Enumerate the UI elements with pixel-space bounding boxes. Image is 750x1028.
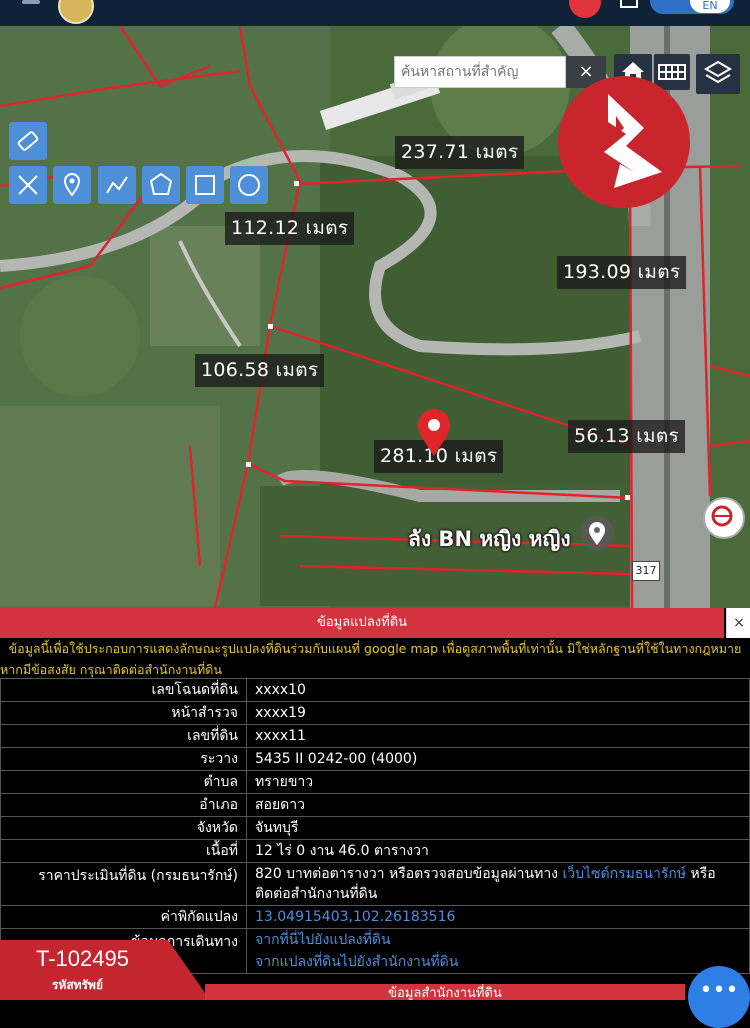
menu-icon[interactable]: [22, 0, 40, 4]
lang-en[interactable]: EN: [690, 0, 730, 13]
row-value: 820 บาทต่อตารางวา หรือตรวจสอบข้อมูลผ่านท…: [246, 862, 750, 906]
chat-button[interactable]: •••: [688, 966, 750, 1028]
row-key: ราคาประเมินที่ดิน (กรมธนารักษ์): [0, 862, 247, 906]
row-key: ระวาง: [0, 747, 247, 771]
polyline-icon: [106, 176, 128, 194]
top-bar: TH EN: [0, 0, 750, 26]
polygon-tool-button[interactable]: [142, 166, 180, 204]
polygon-icon: [149, 172, 173, 195]
asset-code: T-102495: [36, 946, 129, 971]
disclaimer-line: ข้อมูลนี้เพื่อใช้ประกอบการแสดงลักษณะรูปแ…: [8, 641, 742, 656]
eraser-icon: [17, 131, 39, 151]
polyline-tool-button[interactable]: [98, 166, 136, 204]
row-value: จันทบุรี: [246, 816, 750, 840]
eraser-tool-button[interactable]: [9, 122, 47, 160]
row-key: ตำบล: [0, 770, 247, 794]
row-value: xxxx11: [246, 724, 750, 748]
table-row: เนื้อที่ 12 ไร่ 0 งาน 46.0 ตารางวา: [0, 839, 750, 863]
home-icon[interactable]: [620, 0, 638, 8]
table-row: เลขที่ดิน xxxx11: [0, 724, 750, 748]
asset-code-label: รหัสทรัพย์: [52, 978, 103, 992]
ruler-pencil-icon: [18, 175, 38, 195]
lang-th[interactable]: TH: [664, 0, 679, 3]
table-row: ตำบล ทรายขาว: [0, 770, 750, 794]
measurement-label: 112.12 เมตร: [225, 212, 355, 245]
panel-header: ข้อมูลแปลงที่ดิน: [0, 608, 724, 638]
table-row: หน้าสำรวจ xxxx19: [0, 701, 750, 725]
table-row: จังหวัด จันทบุรี: [0, 816, 750, 840]
rectangle-tool-button[interactable]: [186, 166, 224, 204]
price-text: 820 บาทต่อตารางวา หรือตรวจสอบข้อมูลผ่านท…: [255, 866, 559, 882]
row-key: จังหวัด: [0, 816, 247, 840]
panel-close-button[interactable]: ×: [726, 608, 750, 638]
measurement-label: 193.09 เมตร: [557, 256, 687, 289]
circle-tool-button[interactable]: [230, 166, 268, 204]
row-value: จากที่นี่ไปยังแปลงที่ดิน จากแปลงที่ดินไป…: [246, 928, 750, 974]
department-logo: [58, 0, 94, 24]
row-value: xxxx10: [246, 678, 750, 702]
disclaimer: ข้อมูลนี้เพื่อใช้ประกอบการแสดงลักษณะรูปแ…: [0, 638, 750, 680]
search-input[interactable]: [394, 56, 566, 88]
parcel-pin-icon[interactable]: [417, 409, 451, 457]
measurement-label: 56.13 เมตร: [568, 420, 685, 453]
language-toggle[interactable]: TH EN: [650, 0, 734, 14]
marker-tool-button[interactable]: [53, 166, 91, 204]
coordinate-link[interactable]: 13.04915403,102.26183516: [255, 909, 455, 925]
land-office-info-header[interactable]: ข้อมูลสำนักงานที่ดิน: [205, 984, 685, 1000]
row-key: เนื้อที่: [0, 839, 247, 863]
marker-icon: [63, 173, 81, 197]
row-key: อำเภอ: [0, 793, 247, 817]
row-value: 13.04915403,102.26183516: [246, 905, 750, 929]
road-number-badge: 317: [632, 561, 660, 581]
row-value: 12 ไร่ 0 งาน 46.0 ตารางวา: [246, 839, 750, 863]
layers-icon: [704, 60, 732, 84]
search-icon[interactable]: [569, 0, 601, 18]
row-key: เลขที่ดิน: [0, 724, 247, 748]
price-tail: หรือ: [690, 866, 716, 882]
table-row: อำเภอ สอยดาว: [0, 793, 750, 817]
place-label: ลัง BN หญิง หญิง: [408, 527, 571, 551]
row-key: ค่าพิกัดแปลง: [0, 905, 247, 929]
price-line2: ติดต่อสำนักงานที่ดิน: [255, 886, 378, 902]
route-to-parcel-link[interactable]: จากที่นี่ไปยังแปลงที่ดิน: [255, 932, 391, 948]
place-marker-icon[interactable]: [580, 516, 614, 550]
route-to-office-link[interactable]: จากแปลงที่ดินไปยังสำนักงานที่ดิน: [255, 954, 458, 970]
poi-marker-icon[interactable]: [703, 497, 745, 539]
map-view[interactable]: ×: [0, 26, 750, 608]
disclaimer-line: หากมีข้อสงสัย กรุณาติดต่อสำนักงานที่ดิน: [0, 662, 222, 677]
measurement-label: 237.71 เมตร: [395, 136, 525, 169]
layers-button[interactable]: [696, 54, 740, 94]
table-row: ระวาง 5435 II 0242-00 (4000): [0, 747, 750, 771]
circle-icon: [238, 174, 260, 196]
rectangle-icon: [195, 175, 215, 195]
row-value: ทรายขาว: [246, 770, 750, 794]
table-row: ค่าพิกัดแปลง 13.04915403,102.26183516: [0, 905, 750, 929]
row-value: xxxx19: [246, 701, 750, 725]
treasury-website-link[interactable]: เว็บไซต์กรมธนารักษ์: [562, 866, 686, 882]
brand-logo: [558, 76, 690, 208]
measure-tool-button[interactable]: [9, 166, 47, 204]
row-key: หน้าสำรวจ: [0, 701, 247, 725]
parcel-info-table: เลขโฉนดที่ดิน xxxx10 หน้าสำรวจ xxxx19 เล…: [0, 678, 750, 974]
table-row: เลขโฉนดที่ดิน xxxx10: [0, 678, 750, 702]
row-key: เลขโฉนดที่ดิน: [0, 678, 247, 702]
row-value: สอยดาว: [246, 793, 750, 817]
row-value: 5435 II 0242-00 (4000): [246, 747, 750, 771]
table-row: ราคาประเมินที่ดิน (กรมธนารักษ์) 820 บาทต…: [0, 862, 750, 906]
measurement-label: 106.58 เมตร: [195, 354, 325, 387]
